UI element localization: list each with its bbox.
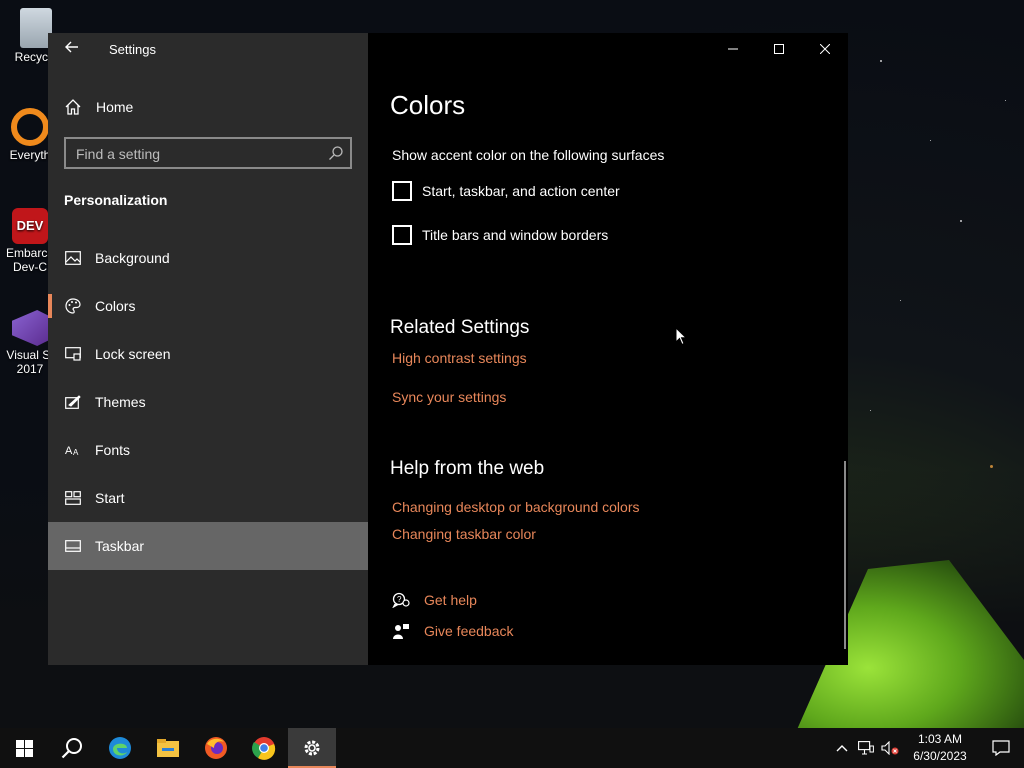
dev-cpp-icon: DEV	[12, 208, 48, 244]
back-arrow-icon	[65, 41, 78, 53]
sidebar: Settings Home Personalization Background	[48, 33, 368, 665]
help-link-desktop-colors[interactable]: Changing desktop or background colors	[392, 499, 640, 515]
network-icon	[858, 741, 874, 755]
taskbar-file-explorer[interactable]	[144, 728, 192, 768]
search-input[interactable]	[74, 142, 318, 166]
volume-muted-icon	[881, 741, 899, 755]
clock-date: 6/30/2023	[913, 749, 967, 763]
get-help-label: Get help	[424, 592, 477, 608]
start-button[interactable]	[0, 728, 48, 768]
sidebar-item-taskbar[interactable]: Taskbar	[48, 522, 368, 570]
sidebar-item-colors[interactable]: Colors	[48, 282, 368, 330]
everything-icon	[11, 108, 49, 146]
sidebar-item-label: Start	[95, 490, 125, 506]
home-nav-item[interactable]: Home	[64, 95, 133, 119]
sidebar-item-label: Lock screen	[95, 346, 171, 362]
sidebar-item-label: Colors	[95, 298, 136, 314]
fonts-icon: AA	[64, 441, 82, 459]
start-icon	[64, 489, 82, 507]
content-pane: Colors Show accent color on the followin…	[368, 33, 848, 665]
section-title: Personalization	[64, 192, 168, 208]
chevron-up-icon	[836, 745, 848, 752]
notification-icon	[992, 740, 1010, 756]
window-controls	[710, 33, 848, 65]
action-center-button[interactable]	[978, 728, 1024, 768]
sync-settings-link[interactable]: Sync your settings	[392, 389, 506, 405]
svg-text:A: A	[73, 448, 79, 457]
sidebar-item-lock-screen[interactable]: Lock screen	[48, 330, 368, 378]
minimize-icon	[728, 48, 738, 50]
file-explorer-icon	[157, 739, 179, 757]
settings-window: Settings Home Personalization Background	[48, 33, 848, 665]
taskbar-edge[interactable]	[96, 728, 144, 768]
scrollbar[interactable]	[844, 461, 846, 649]
get-help-icon: ?	[392, 591, 410, 609]
checkbox-box[interactable]	[392, 181, 412, 201]
taskbar-firefox[interactable]	[192, 728, 240, 768]
checkbox-label: Title bars and window borders	[422, 227, 609, 243]
sidebar-item-fonts[interactable]: AA Fonts	[48, 426, 368, 474]
chrome-icon	[252, 737, 276, 760]
checkbox-start-taskbar[interactable]: Start, taskbar, and action center	[392, 181, 620, 201]
picture-icon	[64, 249, 82, 267]
settings-gear-icon	[304, 740, 320, 756]
themes-icon	[64, 393, 82, 411]
sidebar-item-background[interactable]: Background	[48, 234, 368, 282]
mouse-cursor-icon	[675, 327, 687, 346]
page-title: Colors	[390, 90, 466, 120]
get-help-link[interactable]: ? Get help	[392, 591, 477, 609]
system-tray: 1:03 AM 6/30/2023	[830, 728, 1024, 768]
search-icon[interactable]	[328, 145, 344, 161]
maximize-icon	[774, 44, 784, 54]
feedback-icon	[392, 622, 410, 640]
visual-studio-icon	[12, 310, 48, 346]
sidebar-item-start[interactable]: Start	[48, 474, 368, 522]
taskbar-settings[interactable]	[288, 728, 336, 768]
taskbar-chrome[interactable]	[240, 728, 288, 768]
lock-screen-icon	[64, 345, 82, 363]
sidebar-item-label: Themes	[95, 394, 146, 410]
checkbox-title-bars[interactable]: Title bars and window borders	[392, 225, 608, 245]
minimize-button[interactable]	[710, 33, 756, 65]
maximize-button[interactable]	[756, 33, 802, 65]
windows-logo-icon	[15, 739, 33, 757]
give-feedback-label: Give feedback	[424, 623, 514, 639]
back-button[interactable]	[58, 39, 86, 59]
accent-surfaces-label: Show accent color on the following surfa…	[392, 147, 665, 163]
firefox-icon	[205, 737, 227, 759]
clock-time: 1:03 AM	[917, 732, 963, 746]
svg-text:?: ?	[397, 595, 402, 604]
taskbar: 1:03 AM 6/30/2023	[0, 728, 1024, 768]
give-feedback-link[interactable]: Give feedback	[392, 622, 514, 640]
search-box[interactable]	[64, 137, 352, 169]
checkbox-label: Start, taskbar, and action center	[422, 183, 620, 199]
sidebar-item-themes[interactable]: Themes	[48, 378, 368, 426]
related-settings-heading: Related Settings	[390, 317, 530, 338]
search-icon	[61, 738, 82, 759]
palette-icon	[64, 297, 82, 315]
checkbox-box[interactable]	[392, 225, 412, 245]
clock[interactable]: 1:03 AM 6/30/2023	[902, 731, 978, 765]
taskbar-icon	[64, 537, 82, 555]
close-icon	[820, 44, 830, 54]
close-button[interactable]	[802, 33, 848, 65]
svg-text:A: A	[65, 445, 73, 457]
home-label: Home	[96, 99, 134, 115]
help-heading: Help from the web	[390, 458, 545, 479]
high-contrast-link[interactable]: High contrast settings	[392, 350, 527, 366]
app-title: Settings	[109, 42, 156, 57]
personalization-nav: Background Colors Lock screen Themes A A…	[48, 234, 368, 570]
sidebar-item-label: Taskbar	[95, 538, 145, 554]
network-tray-button[interactable]	[854, 728, 878, 768]
help-link-taskbar-color[interactable]: Changing taskbar color	[392, 526, 536, 542]
title-bar[interactable]: Settings	[48, 33, 368, 65]
edge-icon	[109, 737, 131, 759]
show-hidden-icons-button[interactable]	[830, 728, 854, 768]
sidebar-item-label: Fonts	[95, 442, 131, 458]
sidebar-item-label: Background	[95, 250, 170, 266]
volume-tray-button[interactable]	[878, 728, 902, 768]
taskbar-search-button[interactable]	[48, 728, 96, 768]
home-icon	[64, 99, 82, 115]
